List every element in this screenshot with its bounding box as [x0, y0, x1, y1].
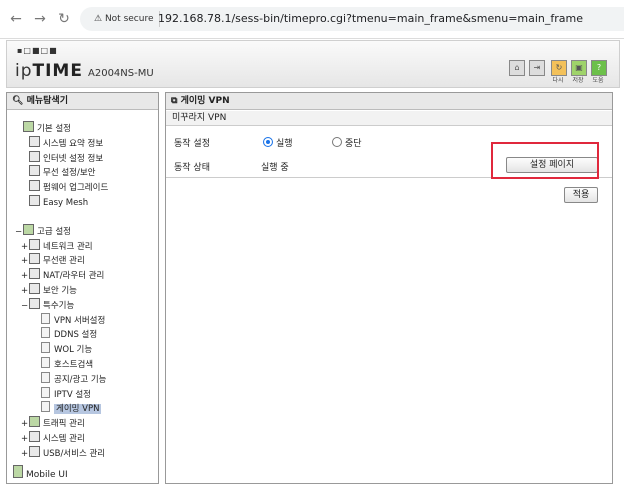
warning-icon: ⚠	[94, 14, 105, 24]
stop-radio-icon[interactable]	[332, 137, 342, 147]
menu-gaming-vpn[interactable]: 게이밍 VPN	[41, 401, 108, 416]
folder-icon	[29, 297, 40, 309]
document-icon	[41, 312, 50, 324]
router-header: ▪︎□■□■ ipTIME A2004NS-MU ⌂ ⇥ ↻ ▣ ? 다시 저장…	[6, 40, 620, 88]
menu-wol[interactable]: WOL 기능	[41, 342, 108, 357]
reload-icon[interactable]: ↻	[56, 11, 72, 27]
menu-firmware-upgrade[interactable]: 펌웨어 업그레이드	[29, 180, 108, 195]
menu-explorer-header: 🔍︎ 메뉴탐색기	[7, 93, 158, 110]
menu-easy-mesh[interactable]: Easy Mesh	[29, 194, 108, 210]
document-icon	[41, 371, 50, 383]
menu-notice-ad[interactable]: 공지/광고 기능	[41, 371, 108, 387]
model-name: A2004NS-MU	[88, 68, 154, 79]
logo-dots-icon: ▪︎□■□■	[17, 46, 58, 55]
iptime-logo: ipTIME	[15, 61, 83, 81]
operation-label: 동작 설정	[174, 139, 210, 149]
security-indicator[interactable]: ⚠ Not secure	[88, 11, 161, 27]
folder-icon	[29, 445, 40, 457]
expand-icon: +	[21, 271, 29, 282]
mobile-ui-link[interactable]: Mobile UI	[13, 465, 68, 480]
help-button[interactable]: ?	[591, 60, 607, 76]
url-text[interactable]: 192.168.78.1/sess-bin/timepro.cgi?tmenu=…	[158, 11, 583, 27]
run-radio-icon[interactable]	[263, 137, 273, 147]
menu-traffic[interactable]: + 트래픽 관리	[21, 416, 108, 431]
menu-system-summary[interactable]: 시스템 요약 정보	[29, 135, 108, 151]
stop-radio[interactable]: 중단	[332, 136, 362, 149]
expand-icon: +	[21, 419, 29, 430]
advanced-settings-folder[interactable]: − 고급 설정	[15, 223, 108, 239]
forward-icon[interactable]: →	[32, 11, 48, 27]
menu-system[interactable]: + 시스템 관리	[21, 430, 108, 446]
content-header: ⧉ 게이밍 VPN	[166, 93, 612, 110]
refresh-label: 다시	[552, 77, 564, 84]
browser-toolbar: ← → ↻ ⚠ Not secure 192.168.78.1/sess-bin…	[0, 0, 624, 39]
menu-iptv[interactable]: IPTV 설정	[41, 386, 108, 402]
apply-button[interactable]: 적용	[564, 187, 598, 203]
document-icon	[41, 401, 50, 413]
expand-icon: +	[21, 256, 29, 267]
expand-icon: +	[21, 285, 29, 296]
page-icon	[29, 135, 40, 147]
expand-icon: +	[21, 241, 29, 252]
page-icon	[29, 165, 40, 177]
back-icon[interactable]: ←	[8, 11, 24, 27]
menu-wireless-settings[interactable]: 무선 설정/보안	[29, 165, 108, 180]
folder-icon	[29, 416, 40, 428]
folder-icon	[29, 238, 40, 250]
menu-security[interactable]: + 보안 기능	[21, 282, 108, 298]
logout-icon[interactable]: ⇥	[529, 60, 545, 76]
page-icon	[29, 194, 40, 206]
document-icon	[41, 327, 50, 339]
save-button[interactable]: ▣	[571, 60, 587, 76]
refresh-button[interactable]: ↻	[551, 60, 567, 76]
menu-nat-router[interactable]: + NAT/라우터 관리	[21, 268, 108, 283]
mobile-icon	[13, 465, 23, 478]
document-icon	[41, 356, 50, 368]
menu-network[interactable]: + 네트워크 관리	[21, 238, 108, 254]
expand-icon: +	[21, 433, 29, 444]
menu-explorer: 🔍︎ 메뉴탐색기 기본 설정 시스템 요약 정보 인터넷 설정 정보 무선 설정…	[6, 92, 159, 484]
lock-icon	[29, 282, 40, 294]
expand-icon: +	[21, 448, 29, 459]
page-title: 게이밍 VPN	[180, 96, 230, 106]
menu-special-functions[interactable]: − 특수기능	[21, 297, 108, 313]
menu-usb-service[interactable]: + USB/서비스 관리	[21, 445, 108, 461]
menu-host-search[interactable]: 호스트검색	[41, 356, 108, 372]
home-icon[interactable]: ⌂	[509, 60, 525, 76]
highlight-box	[491, 142, 599, 179]
menu-wireless-lan[interactable]: + 무선랜 관리	[21, 253, 108, 268]
search-icon: 🔍︎	[12, 96, 24, 106]
page-icon	[29, 150, 40, 162]
window-icon: ⧉	[171, 96, 178, 106]
menu-ddns[interactable]: DDNS 설정	[41, 327, 108, 342]
basic-settings-tree: 기본 설정 시스템 요약 정보 인터넷 설정 정보 무선 설정/보안 펌웨어 업…	[15, 121, 108, 461]
folder-icon	[29, 253, 40, 265]
folder-icon	[29, 430, 40, 442]
folder-icon	[29, 268, 40, 280]
status-label: 동작 상태	[174, 163, 210, 173]
menu-explorer-title: 메뉴탐색기	[26, 96, 68, 106]
save-label: 저장	[572, 77, 584, 84]
document-icon	[41, 342, 50, 354]
document-icon	[41, 386, 50, 398]
page-icon	[29, 180, 40, 192]
folder-icon	[23, 121, 34, 132]
status-value: 실행 중	[261, 163, 289, 173]
collapse-icon: −	[21, 300, 29, 311]
help-label: 도움	[592, 77, 604, 84]
menu-vpn-server[interactable]: VPN 서버설정	[41, 312, 108, 328]
run-radio[interactable]: 실행	[263, 136, 293, 149]
subsection-title: 미꾸라지 VPN	[172, 113, 227, 123]
collapse-icon: −	[15, 226, 23, 237]
basic-settings-folder[interactable]: 기본 설정	[15, 121, 108, 136]
folder-icon	[23, 223, 34, 235]
subsection-header: 미꾸라지 VPN	[166, 111, 612, 126]
menu-internet-settings[interactable]: 인터넷 설정 정보	[29, 150, 108, 166]
